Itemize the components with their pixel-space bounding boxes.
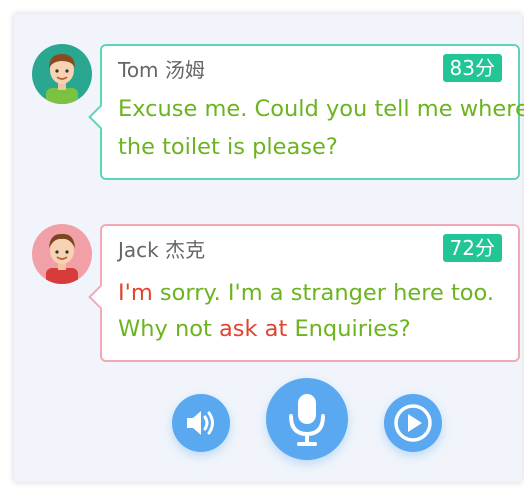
sentence-line-1: Excuse me. Could you tell me where [118,96,524,122]
word-segment: Why not [118,316,219,342]
play-audio-button[interactable] [172,394,230,452]
playback-button[interactable] [384,394,442,452]
record-button[interactable] [266,378,348,460]
jack-avatar [32,224,92,284]
speaker-name: Tom 汤姆 [118,58,205,82]
dialogue-panel: Tom 汤姆 83分 Excuse me. Could you tell me … [14,14,524,482]
word-segment: Excuse me. Could you tell me where [118,96,524,122]
word-segment: I'm [118,280,153,306]
speaker-name: Jack 杰克 [118,238,206,262]
play-icon [394,404,432,442]
sentence-line-2: the toilet is please? [118,134,338,160]
word-segment: Enquiries? [287,316,411,342]
tom-avatar [32,44,92,104]
sentence-line-1: I'm sorry. I'm a stranger here too. [118,280,494,306]
jack-message-bubble: Jack 杰克 72分 I'm sorry. I'm a stranger he… [88,224,520,362]
score-badge: 83分 [442,54,502,82]
microphone-icon [289,394,325,446]
score-badge: 72分 [442,234,502,262]
word-segment: sorry. I'm a stranger here too. [152,280,495,306]
word-segment: ask at [218,316,288,342]
boy-avatar-icon [46,233,78,284]
word-segment: the toilet is please? [118,134,338,160]
tom-message-bubble: Tom 汤姆 83分 Excuse me. Could you tell me … [88,44,524,180]
sentence-line-2: Why not ask at Enquiries? [118,316,411,342]
speaker-icon [187,411,214,435]
boy-avatar-icon [46,54,78,104]
app-frame: Tom 汤姆 83分 Excuse me. Could you tell me … [0,0,524,490]
